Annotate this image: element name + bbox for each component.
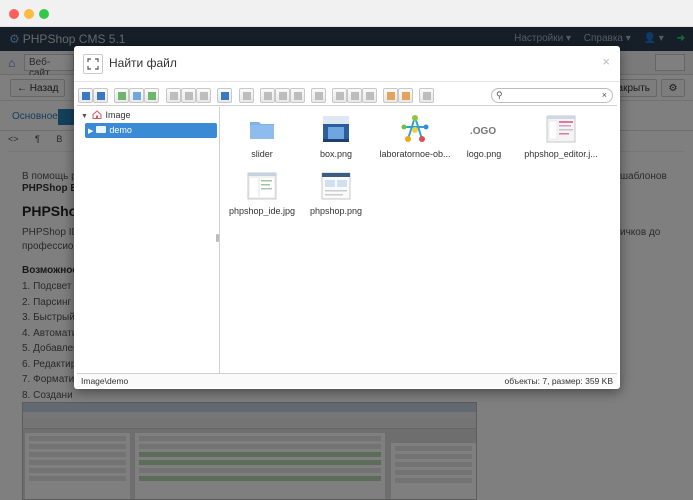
back-icon[interactable] (78, 88, 93, 103)
current-path: Image\demo (81, 376, 129, 386)
clear-search-icon[interactable]: × (602, 90, 607, 100)
folder-icon (96, 126, 107, 133)
ide-screenshot-thumbnail (247, 172, 277, 200)
up-folder-icon[interactable] (114, 88, 129, 103)
copy-icon[interactable] (260, 88, 275, 103)
box-image-thumbnail (323, 116, 349, 142)
home-folder-icon (92, 110, 102, 119)
file-search-input[interactable] (506, 90, 598, 101)
upload-icon[interactable] (196, 88, 211, 103)
file-name: phpshop_ide.jpg (228, 206, 296, 216)
editor-screenshot-thumbnail (546, 115, 576, 143)
extract-icon[interactable] (383, 88, 398, 103)
tree-resize-handle[interactable] (216, 234, 219, 242)
status-bar: Image\demo объекты: 7, размер: 359 KB (77, 373, 617, 387)
new-folder-icon[interactable] (166, 88, 181, 103)
file-manager-toolbar: ⚲ × (77, 86, 617, 106)
archive-icon[interactable] (362, 88, 377, 103)
search-icon: ⚲ (496, 90, 503, 100)
reload-icon[interactable] (129, 88, 144, 103)
tree-item-demo[interactable]: ▶ demo (85, 123, 217, 138)
modal-header: Найти файл × (74, 46, 620, 82)
folder-icon (250, 122, 274, 139)
window-minimize-dot[interactable] (24, 9, 34, 19)
file-item[interactable]: phpshop.png (295, 168, 377, 228)
tree-item-image[interactable]: ▼ Image (81, 110, 130, 120)
molecule-image-thumbnail (401, 115, 429, 142)
folder-tree: ▼ Image ▶ demo (77, 107, 220, 373)
find-file-modal: Найти файл × ⚲ × ▼ Image ▶ demo slider b… (74, 46, 620, 389)
resize-icon[interactable] (398, 88, 413, 103)
file-name: logo.png (466, 149, 502, 159)
view-mode-icon[interactable] (419, 88, 434, 103)
file-grid: slider box.png laboratornoe-ob... .OGO l… (221, 107, 617, 373)
logo-image-thumbnail: .OGO (470, 126, 496, 137)
chevron-right-icon[interactable]: ▶ (88, 128, 93, 135)
window-maximize-dot[interactable] (39, 9, 49, 19)
info-icon[interactable] (217, 88, 232, 103)
chevron-down-icon[interactable]: ▼ (81, 113, 88, 120)
tree-item-label: demo (109, 125, 132, 135)
browser-chrome (0, 0, 693, 27)
rename-icon[interactable] (332, 88, 347, 103)
expand-icon (87, 58, 99, 70)
edit-icon[interactable] (347, 88, 362, 103)
tree-item-label: Image (105, 110, 131, 120)
phpshop-screenshot-thumbnail (321, 172, 351, 200)
file-item[interactable]: .OGO logo.png (443, 111, 525, 171)
file-name: slider (251, 149, 273, 159)
file-item[interactable]: phpshop_ide.jpg (221, 168, 303, 228)
modal-title: Найти файл (109, 56, 177, 70)
file-item[interactable]: box.png (295, 111, 377, 171)
file-search[interactable]: ⚲ × (491, 88, 613, 103)
new-file-icon[interactable] (181, 88, 196, 103)
fullscreen-button[interactable] (83, 54, 103, 74)
folder-summary: объекты: 7, размер: 359 KB (504, 376, 613, 386)
file-name: phpshop.png (309, 206, 363, 216)
paste-icon[interactable] (290, 88, 305, 103)
cut-icon[interactable] (275, 88, 290, 103)
file-item[interactable]: phpshop_editor.j... (520, 111, 602, 171)
view-icon[interactable] (239, 88, 254, 103)
file-name: phpshop_editor.j... (524, 149, 598, 159)
save-icon[interactable] (144, 88, 159, 103)
delete-icon[interactable] (311, 88, 326, 103)
file-item[interactable]: slider (221, 111, 303, 171)
file-name: box.png (319, 149, 353, 159)
window-close-dot[interactable] (9, 9, 19, 19)
forward-icon[interactable] (93, 88, 108, 103)
modal-close-icon[interactable]: × (602, 54, 610, 69)
svg-text:.OGO: .OGO (470, 126, 496, 137)
